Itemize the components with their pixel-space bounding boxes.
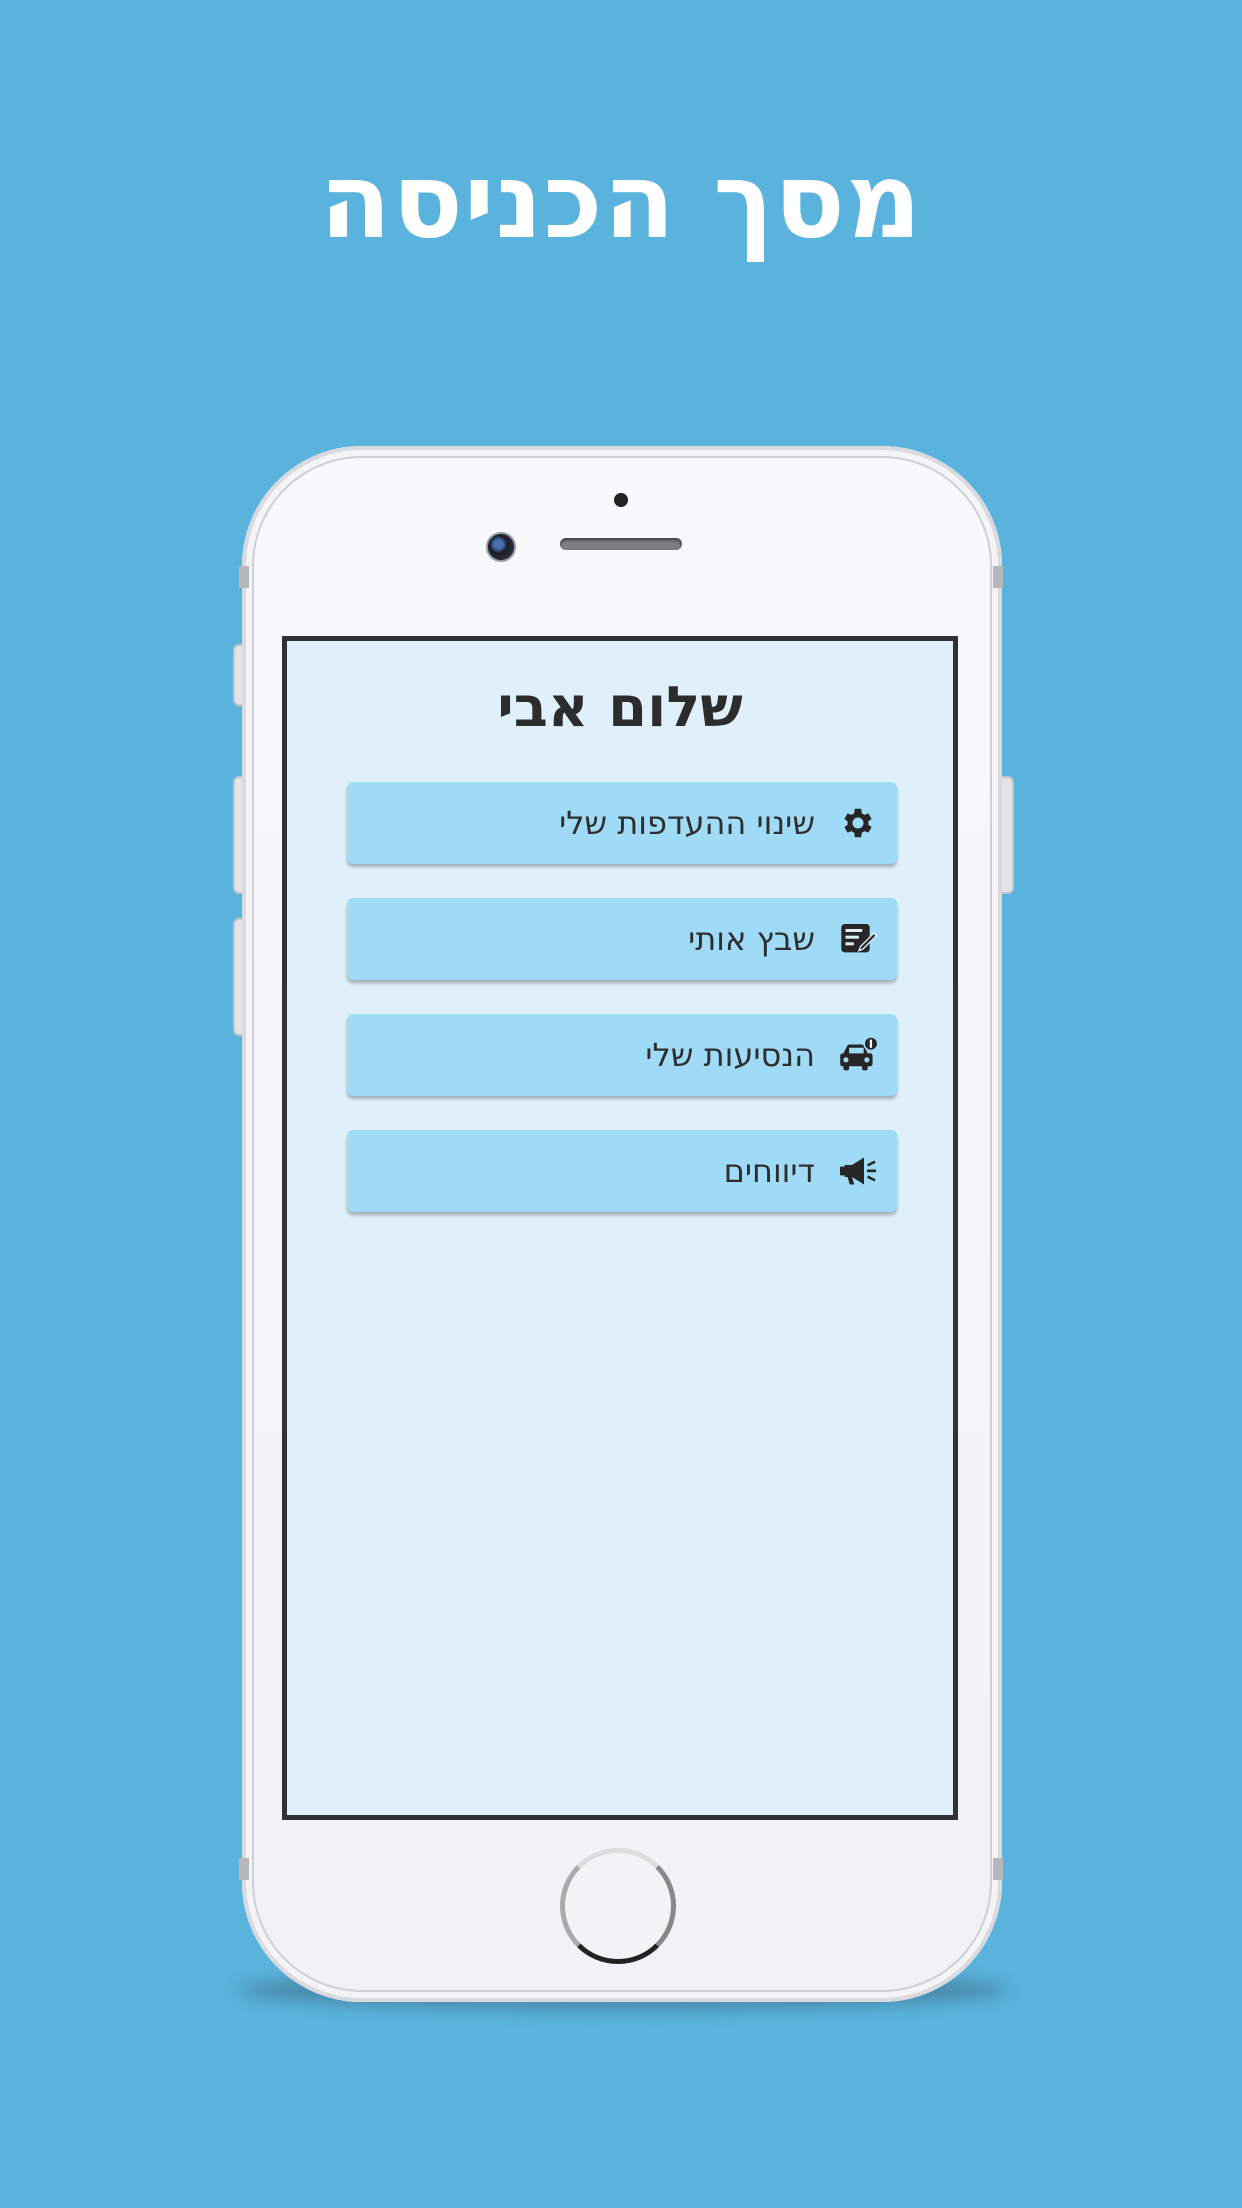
page-headline: מסך הכניסה bbox=[319, 140, 923, 262]
phone-screen: שלום אבי שינוי ההעדפות שלי שבץ אותי הנסי… bbox=[282, 636, 958, 1820]
menu-item-preferences[interactable]: שינוי ההעדפות שלי bbox=[347, 782, 897, 864]
antenna-band bbox=[239, 1858, 249, 1880]
proximity-sensor bbox=[614, 493, 628, 507]
menu-item-label: הנסיעות שלי bbox=[645, 1036, 815, 1074]
menu-item-reports[interactable]: דיווחים bbox=[347, 1130, 897, 1212]
menu-item-label: שבץ אותי bbox=[688, 920, 815, 958]
edit-list-icon bbox=[837, 918, 879, 960]
menu-item-assign-me[interactable]: שבץ אותי bbox=[347, 898, 897, 980]
antenna-band bbox=[239, 566, 249, 588]
megaphone-icon bbox=[837, 1150, 879, 1192]
earpiece-speaker bbox=[560, 538, 682, 550]
antenna-band bbox=[993, 566, 1003, 588]
main-menu: שינוי ההעדפות שלי שבץ אותי הנסיעות שלי ד… bbox=[347, 782, 897, 1246]
home-button[interactable] bbox=[560, 1848, 676, 1964]
gear-icon bbox=[837, 802, 879, 844]
front-camera bbox=[486, 532, 516, 562]
antenna-band bbox=[993, 1858, 1003, 1880]
car-icon bbox=[837, 1034, 879, 1076]
menu-item-my-rides[interactable]: הנסיעות שלי bbox=[347, 1014, 897, 1096]
greeting-title: שלום אבי bbox=[497, 675, 743, 740]
menu-item-label: שינוי ההעדפות שלי bbox=[559, 804, 815, 842]
menu-item-label: דיווחים bbox=[723, 1152, 815, 1190]
